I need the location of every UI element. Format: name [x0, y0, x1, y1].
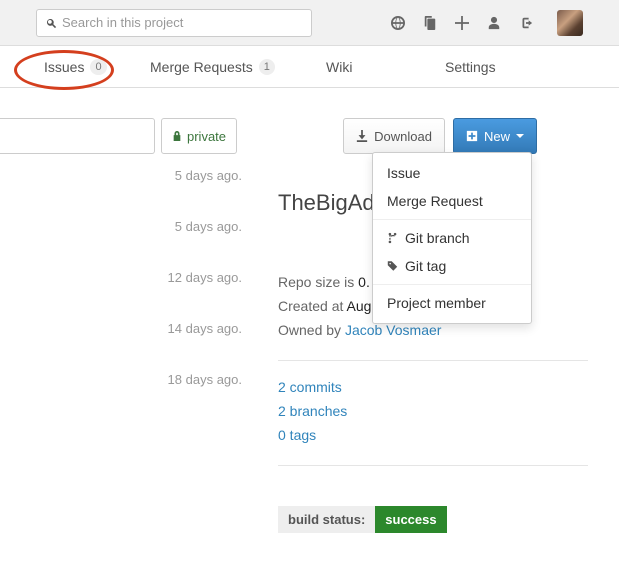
- tags-link[interactable]: 0 tags: [278, 423, 598, 447]
- dropdown-mr-label: Merge Request: [387, 193, 483, 209]
- activity-item: 18 days ago.: [0, 364, 260, 415]
- owned-by-label: Owned by: [278, 322, 345, 338]
- tab-wiki-label: Wiki: [326, 59, 352, 75]
- search-icon: [45, 17, 57, 29]
- dropdown-item-merge-request[interactable]: Merge Request: [373, 187, 531, 215]
- build-status-label: build status:: [278, 506, 375, 533]
- tab-settings[interactable]: Settings: [445, 59, 496, 75]
- tab-wiki[interactable]: Wiki: [326, 59, 352, 75]
- toolbar: private Download New: [0, 118, 619, 154]
- new-label: New: [484, 129, 510, 144]
- build-status-badge: success: [375, 506, 446, 533]
- top-icons: [391, 10, 583, 36]
- new-dropdown: Issue Merge Request Git branch Git tag P…: [372, 152, 532, 324]
- tab-issues[interactable]: Issues 0: [44, 59, 107, 75]
- owner-link[interactable]: Jacob Vosmaer: [345, 322, 442, 338]
- repo-path-field[interactable]: [0, 118, 155, 154]
- dropdown-tag-label: Git tag: [405, 258, 446, 274]
- dropdown-item-project-member[interactable]: Project member: [373, 289, 531, 317]
- tab-merge-requests[interactable]: Merge Requests 1: [150, 59, 275, 75]
- topbar: [0, 0, 619, 46]
- download-label: Download: [374, 129, 432, 144]
- new-button[interactable]: New: [453, 118, 537, 154]
- lock-icon: [172, 130, 182, 142]
- activity-item: 14 days ago.: [0, 313, 260, 364]
- visibility-label: private: [187, 129, 226, 144]
- build-status: build status:success: [278, 506, 598, 533]
- copy-icon[interactable]: [423, 16, 437, 30]
- plus-square-icon: [466, 130, 478, 142]
- visibility-pill: private: [161, 118, 237, 154]
- avatar[interactable]: [557, 10, 583, 36]
- dropdown-member-label: Project member: [387, 295, 486, 311]
- tab-issues-label: Issues: [44, 59, 84, 75]
- tab-mr-label: Merge Requests: [150, 59, 253, 75]
- divider-2: [278, 465, 588, 466]
- tab-settings-label: Settings: [445, 59, 496, 75]
- signout-icon[interactable]: [519, 16, 533, 30]
- download-icon: [356, 130, 368, 142]
- tag-icon: [387, 260, 398, 272]
- branch-icon: [387, 232, 398, 244]
- caret-down-icon: [516, 134, 524, 138]
- tab-issues-count: 0: [90, 59, 106, 75]
- divider: [278, 360, 588, 361]
- repo-size-label: Repo size is: [278, 274, 358, 290]
- created-at-label: Created at: [278, 298, 347, 314]
- created-at-value: Aug: [347, 298, 372, 314]
- search-input[interactable]: [62, 15, 303, 30]
- activity-list: 5 days ago. 5 days ago. 12 days ago. 14 …: [0, 160, 260, 415]
- branches-link[interactable]: 2 branches: [278, 399, 598, 423]
- dropdown-divider: [373, 219, 531, 220]
- globe-icon[interactable]: [391, 16, 405, 30]
- dropdown-issue-label: Issue: [387, 165, 420, 181]
- plus-icon[interactable]: [455, 16, 469, 30]
- user-icon[interactable]: [487, 16, 501, 30]
- tab-mr-count: 1: [259, 59, 275, 75]
- dropdown-item-git-tag[interactable]: Git tag: [373, 252, 531, 280]
- dropdown-item-git-branch[interactable]: Git branch: [373, 224, 531, 252]
- dropdown-branch-label: Git branch: [405, 230, 470, 246]
- dropdown-divider-2: [373, 284, 531, 285]
- dropdown-item-issue[interactable]: Issue: [373, 159, 531, 187]
- repo-size-value: 0.: [358, 274, 370, 290]
- commits-link[interactable]: 2 commits: [278, 375, 598, 399]
- search-box[interactable]: [36, 9, 312, 37]
- activity-item: 12 days ago.: [0, 262, 260, 313]
- activity-item: 5 days ago.: [0, 160, 260, 211]
- activity-item: 5 days ago.: [0, 211, 260, 262]
- project-stats: 2 commits 2 branches 0 tags: [278, 375, 598, 447]
- download-button[interactable]: Download: [343, 118, 445, 154]
- nav-tabs: Issues 0 Merge Requests 1 Wiki Settings: [0, 46, 619, 88]
